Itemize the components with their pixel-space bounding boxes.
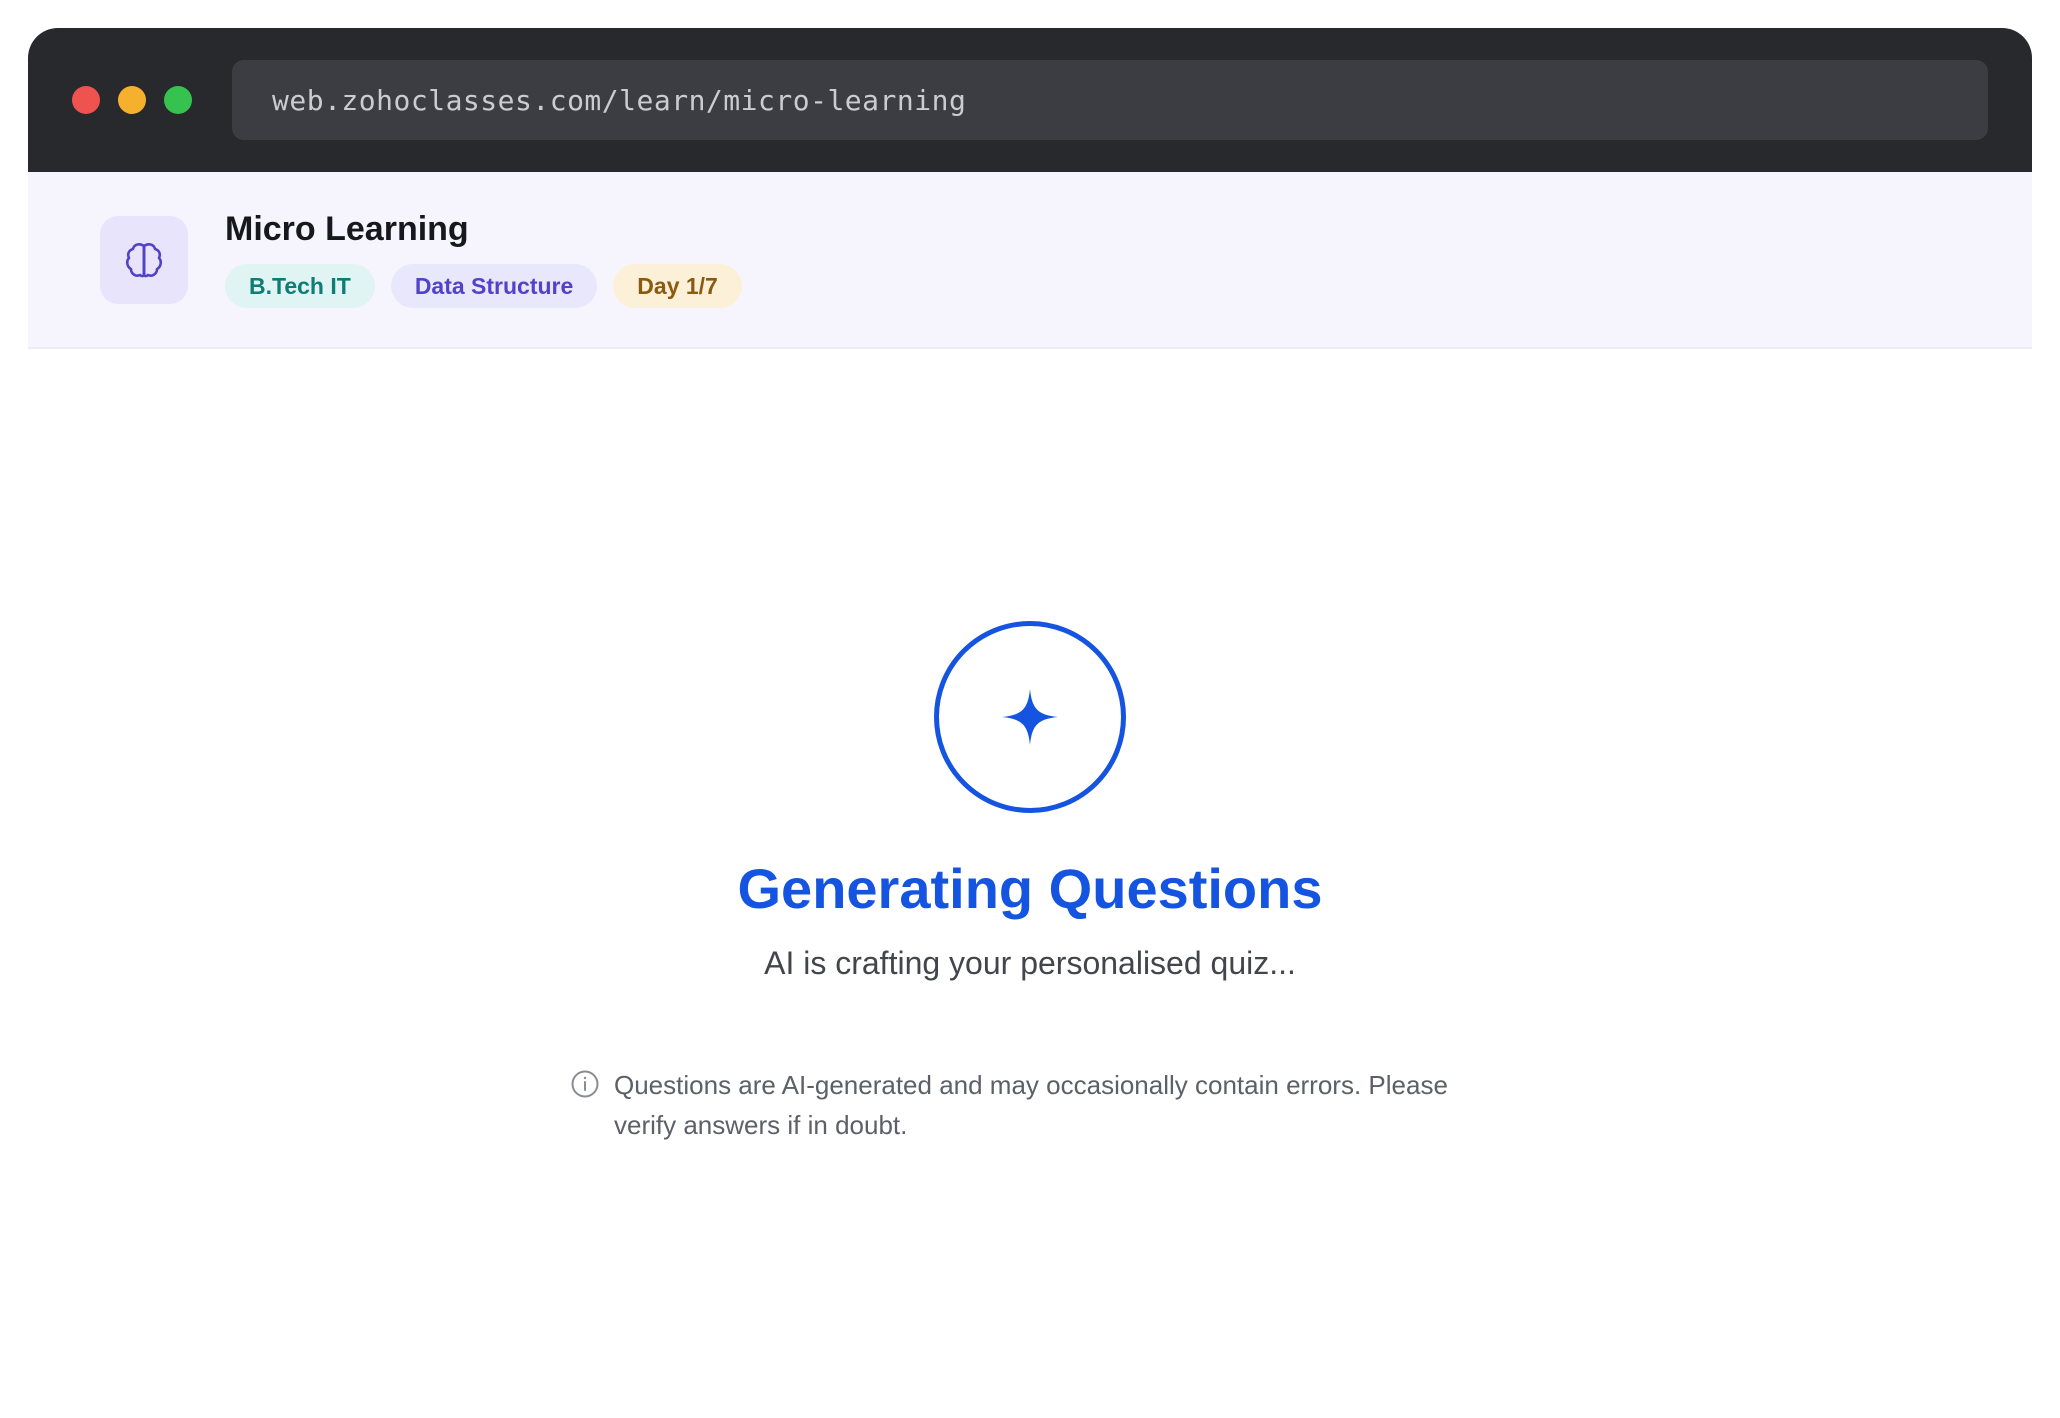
status-subtitle: AI is crafting your personalised quiz...	[764, 945, 1296, 981]
tag-course: B.Tech IT	[225, 264, 375, 308]
page-header: Micro Learning B.Tech IT Data Structure …	[28, 172, 2032, 349]
address-bar[interactable]: web.zohoclasses.com/learn/micro-learning	[232, 60, 1988, 140]
tag-list: B.Tech IT Data Structure Day 1/7	[225, 264, 742, 308]
tag-day-progress: Day 1/7	[613, 264, 742, 308]
brain-icon	[100, 216, 188, 304]
info-icon	[571, 1070, 599, 1098]
maximize-window-button[interactable]	[164, 86, 192, 114]
minimize-window-button[interactable]	[118, 86, 146, 114]
url-text: web.zohoclasses.com/learn/micro-learning	[272, 83, 967, 117]
tag-subject: Data Structure	[390, 264, 598, 308]
main-content: Generating Questions AI is crafting your…	[28, 351, 2032, 1390]
status-title: Generating Questions	[737, 857, 1323, 920]
disclaimer-text: Questions are AI-generated and may occas…	[614, 1070, 1448, 1140]
ai-disclaimer: Questions are AI-generated and may occas…	[570, 1065, 1490, 1145]
browser-window: web.zohoclasses.com/learn/micro-learning…	[28, 28, 2032, 1390]
close-window-button[interactable]	[72, 86, 100, 114]
sparkle-icon	[1002, 689, 1058, 745]
page-title: Micro Learning	[225, 210, 469, 248]
loading-indicator	[934, 621, 1126, 813]
browser-titlebar: web.zohoclasses.com/learn/micro-learning	[28, 28, 2032, 172]
